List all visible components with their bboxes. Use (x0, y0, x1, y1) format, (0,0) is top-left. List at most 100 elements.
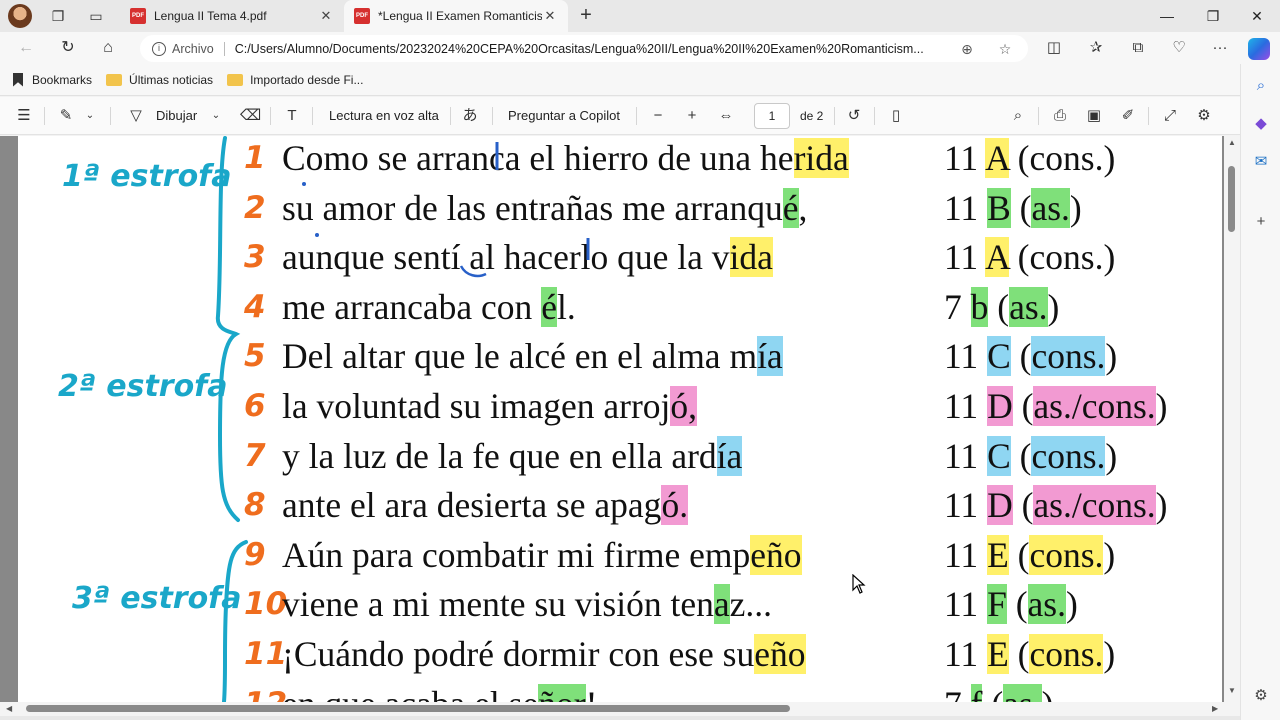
minimize-button[interactable]: — (1144, 0, 1190, 32)
punctuation: ) (1105, 435, 1118, 476)
tab-actions-icon[interactable]: ▭ (86, 6, 106, 26)
url-text[interactable]: C:/Users/Alumno/Documents/20232024%20CEP… (235, 42, 935, 56)
home-button[interactable]: ⌂ (96, 36, 120, 60)
address-bar[interactable]: i Archivo C:/Users/Alumno/Documents/2023… (140, 35, 1028, 62)
new-tab-button[interactable]: + (574, 4, 598, 28)
refresh-button[interactable]: ↻ (56, 36, 80, 60)
favorites-icon[interactable]: ✰ (1084, 36, 1108, 60)
profile-avatar[interactable] (8, 4, 32, 28)
divider (834, 107, 835, 125)
verse-line: ¡Cuándo podré dormir con ese sueño (282, 632, 806, 676)
read-aloud-button[interactable]: Lectura en voz alta (329, 106, 439, 126)
chevron-down-icon[interactable]: ⌄ (80, 106, 100, 126)
scroll-left-arrow-icon[interactable]: ◀ (6, 704, 12, 713)
verse-number: 6 (244, 388, 266, 424)
favorite-star-icon[interactable]: ☆ (996, 40, 1014, 58)
add-sidebar-app-icon[interactable]: + (1251, 212, 1271, 232)
search-icon[interactable]: ⌕ (1008, 106, 1028, 126)
punctuation: ) (1103, 634, 1116, 674)
save-as-icon[interactable]: ✐ (1118, 106, 1138, 126)
scroll-down-arrow-icon[interactable]: ▼ (1228, 686, 1236, 695)
verse-line: su amor de las entrañas me arranqué, (282, 186, 807, 230)
rhyme-letter: D (987, 386, 1013, 426)
bookmark-item[interactable]: Bookmarks (12, 73, 92, 87)
protocol-label: Archivo (172, 41, 214, 56)
verse-text: en que acaba el se (282, 684, 538, 702)
zoom-icon[interactable]: ⊕ (958, 40, 976, 58)
bookmark-folder[interactable]: Últimas noticias (106, 73, 213, 87)
rhyme-highlight: a (713, 584, 730, 625)
zoom-in-icon[interactable]: + (682, 106, 702, 126)
meter-analysis: 11 C (cons.) (944, 434, 1117, 478)
bookmark-folder[interactable]: Importado desde Fi... (227, 73, 363, 87)
split-screen-icon[interactable]: ◫ (1042, 36, 1066, 60)
punctuation (962, 684, 971, 702)
vertical-scrollbar[interactable]: ▲ ▼ (1224, 136, 1240, 702)
fit-to-width-icon[interactable]: ⇔ (716, 106, 736, 126)
tab-lengua-examen[interactable]: PDF *Lengua II Examen Romanticismo ✕ (344, 0, 568, 32)
scroll-thumb[interactable] (26, 705, 790, 712)
syllable-count: 11 (944, 386, 979, 426)
back-button[interactable]: ← (14, 36, 38, 60)
copilot-icon[interactable] (1248, 38, 1270, 60)
chevron-down-icon[interactable]: ⌄ (206, 106, 226, 126)
verse-text: y la luz de la fe que en ella ard (282, 435, 717, 476)
restore-button[interactable]: ❐ (1190, 0, 1236, 32)
rotate-icon[interactable]: ↺ (844, 106, 864, 126)
eraser-icon[interactable]: ⌫ (240, 106, 261, 126)
page-view-icon[interactable]: ▯ (886, 106, 906, 126)
bookmark-label: Últimas noticias (129, 72, 214, 87)
syllable-count: 11 (944, 634, 979, 674)
info-icon[interactable]: i (152, 41, 166, 56)
rhyme-letter: E (987, 534, 1009, 575)
punctuation: ( (1006, 584, 1028, 625)
horizontal-scrollbar[interactable]: ◀ ▶ (0, 702, 1240, 716)
search-icon[interactable]: ⌕ (1251, 76, 1271, 96)
verse-text: l. (556, 286, 576, 327)
save-icon[interactable]: ▣ (1084, 106, 1104, 126)
contents-list-icon[interactable]: ☰ (14, 106, 34, 126)
verse-number: 9 (244, 536, 266, 573)
shopping-icon[interactable]: ◆ (1251, 114, 1271, 134)
syllable-count: 7 (944, 286, 962, 327)
ask-copilot-button[interactable]: Preguntar a Copilot (508, 106, 620, 126)
rhyme-type: cons. (1029, 634, 1104, 674)
page-number-input[interactable]: 1 (754, 103, 790, 129)
divider (312, 107, 313, 125)
translate-icon[interactable]: あ (460, 106, 480, 126)
fullscreen-icon[interactable]: ⤢ (1160, 106, 1180, 126)
pdf-viewport[interactable]: 1 Como se arranca el hierro de una herida… (0, 136, 1240, 702)
folder-icon (227, 73, 244, 86)
print-icon[interactable]: ⎙ (1050, 106, 1070, 126)
more-menu-icon[interactable]: ··· (1208, 36, 1232, 60)
status-strip (0, 716, 1240, 720)
rhyme-letter: E (987, 634, 1009, 674)
rhyme-highlight: eño (754, 634, 806, 674)
draw-pen-icon[interactable]: ▽ (126, 106, 146, 126)
tab-lengua-tema4[interactable]: PDF Lengua II Tema 4.pdf ✕ (120, 0, 344, 32)
settings-gear-icon[interactable]: ⚙ (1251, 686, 1271, 706)
bookmark-label: Bookmarks (32, 72, 93, 87)
verse-line: la voluntad su imagen arrojó, (282, 384, 698, 428)
pdf-settings-gear-icon[interactable]: ⚙ (1194, 106, 1214, 126)
verse-number: 7 (244, 437, 266, 474)
highlight-icon[interactable]: ✎ (56, 106, 76, 126)
zoom-out-icon[interactable]: − (648, 106, 668, 126)
workspaces-icon[interactable]: ❐ (48, 6, 68, 26)
scroll-up-arrow-icon[interactable]: ▲ (1228, 138, 1236, 147)
scroll-right-arrow-icon[interactable]: ▶ (1212, 704, 1218, 713)
divider (450, 107, 451, 125)
draw-button[interactable]: Dibujar (156, 106, 197, 126)
syllable-count: 11 (944, 485, 979, 526)
collections-icon[interactable]: ⧉ (1126, 36, 1150, 60)
syllable-count: 11 (944, 336, 979, 377)
browser-essentials-icon[interactable]: ♡ (1167, 36, 1191, 60)
verse-text: z... (729, 584, 772, 625)
close-tab-icon[interactable]: ✕ (318, 8, 334, 24)
close-tab-icon[interactable]: ✕ (542, 8, 558, 24)
scroll-thumb[interactable] (1228, 166, 1235, 232)
outlook-icon[interactable]: ✉ (1251, 152, 1271, 172)
add-text-icon[interactable]: T (282, 106, 302, 126)
verse-number: 3 (244, 239, 266, 276)
close-window-button[interactable]: ✕ (1234, 0, 1280, 32)
